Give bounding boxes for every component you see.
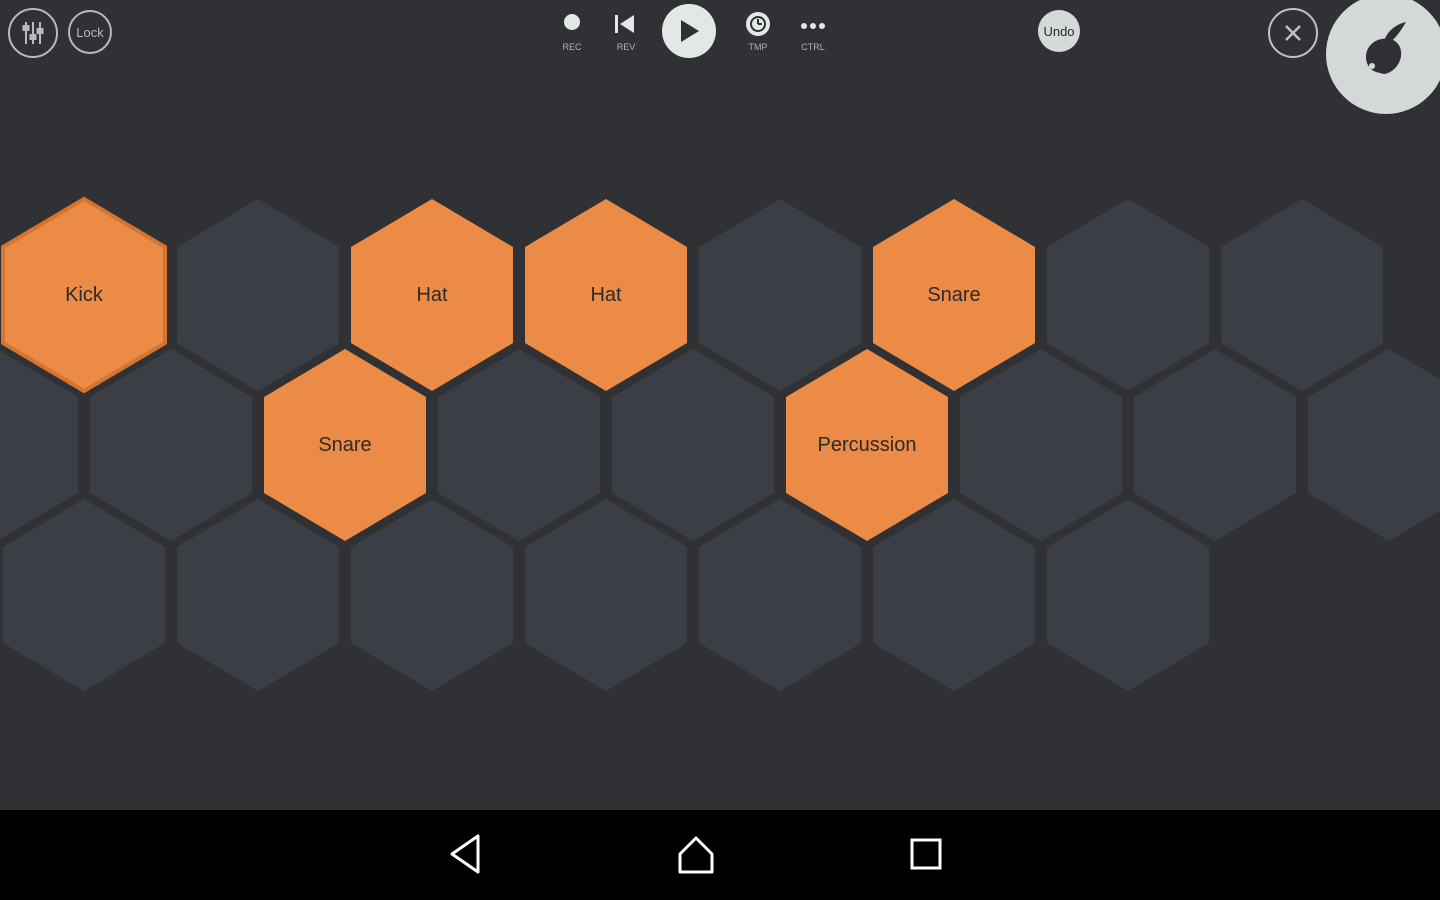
android-home-button[interactable]: [674, 832, 718, 881]
rewind-button[interactable]: [614, 14, 636, 39]
record-button[interactable]: [564, 14, 580, 30]
rewind-label: REV: [606, 42, 646, 52]
play-button[interactable]: [662, 4, 716, 58]
drum-pad-empty[interactable]: [1041, 495, 1215, 695]
square-icon: [908, 836, 944, 872]
undo-button[interactable]: Undo: [1038, 10, 1080, 52]
android-nav-bar: [0, 810, 1440, 900]
drum-pad-empty[interactable]: [1302, 345, 1440, 545]
control-button[interactable]: [800, 18, 826, 36]
skip-back-icon: [614, 14, 636, 34]
fruit-icon: [1326, 0, 1440, 114]
clock-icon: [750, 16, 766, 32]
play-icon: [677, 18, 701, 44]
home-icon: [674, 832, 718, 876]
drum-pad-empty[interactable]: [867, 495, 1041, 695]
drum-pad-empty[interactable]: [0, 495, 171, 695]
drum-pad-empty[interactable]: [693, 495, 867, 695]
fl-studio-logo[interactable]: [1326, 0, 1440, 114]
lock-button[interactable]: Lock: [68, 10, 112, 54]
tempo-label: TMP: [738, 42, 778, 52]
close-icon: [1283, 23, 1303, 43]
hex-pad-grid: KickHatHatSnareSnarePercussion: [0, 0, 1440, 810]
sliders-icon: [22, 20, 44, 46]
control-label: CTRL: [793, 42, 833, 52]
lock-button-label: Lock: [76, 25, 103, 40]
more-icon: [800, 21, 826, 31]
close-button[interactable]: [1268, 8, 1318, 58]
tempo-button[interactable]: [746, 12, 770, 36]
drum-pad-empty[interactable]: [171, 495, 345, 695]
undo-button-label: Undo: [1043, 24, 1074, 39]
mixer-button[interactable]: [8, 8, 58, 58]
android-recent-button[interactable]: [908, 836, 944, 877]
back-icon: [446, 832, 486, 876]
record-label: REC: [552, 42, 592, 52]
drum-pad-empty[interactable]: [345, 495, 519, 695]
android-back-button[interactable]: [446, 832, 486, 881]
drum-pad-empty[interactable]: [519, 495, 693, 695]
